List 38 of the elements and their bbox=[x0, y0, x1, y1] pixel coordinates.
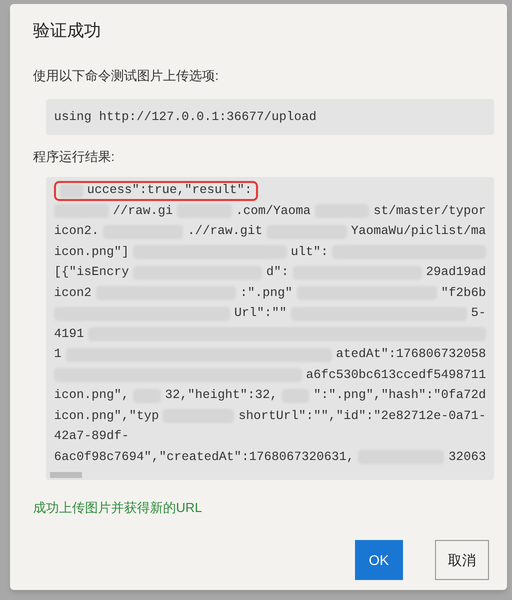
scrollbar-thumb[interactable] bbox=[50, 472, 82, 478]
success-message: 成功上传图片并获得新的URL bbox=[33, 498, 204, 516]
output-text: st/master/typor bbox=[373, 202, 486, 220]
output-text: [{"isEncry bbox=[54, 264, 130, 282]
ok-button[interactable]: OK bbox=[354, 540, 403, 580]
output-text: atedAt":176806732058 bbox=[336, 346, 486, 364]
output-text: 42a7-89df- bbox=[54, 428, 130, 446]
output-text: icon.png","typ bbox=[54, 408, 160, 425]
redaction-blur bbox=[60, 184, 83, 198]
output-text: icon2 bbox=[54, 284, 92, 302]
output-text: 5- bbox=[470, 305, 486, 322]
output-text: d": bbox=[266, 264, 289, 282]
output-text: .//raw.git bbox=[187, 223, 262, 240]
output-text: //raw.gi bbox=[112, 202, 173, 220]
output-text: uccess":true,"result": bbox=[86, 182, 252, 200]
output-text: ":".png","hash":"0fa72d bbox=[313, 387, 486, 404]
output-text: 32,"height":32, bbox=[164, 387, 278, 404]
output-text: YaomaWu/piclist/ma bbox=[350, 223, 486, 240]
output-text: 32063 bbox=[448, 448, 486, 466]
output-text: ult": bbox=[290, 244, 328, 261]
cancel-button[interactable]: 取消 bbox=[435, 540, 489, 580]
output-text: icon.png"] bbox=[54, 244, 130, 261]
output-text: :".png" bbox=[240, 284, 293, 302]
instruction-text: 使用以下命令测试图片上传选项: bbox=[33, 66, 220, 84]
dialog-title: 验证成功 bbox=[33, 20, 102, 42]
output-text: icon2. bbox=[54, 223, 100, 240]
output-text: .com/Yaoma bbox=[236, 202, 311, 220]
output-text: Url":"" bbox=[234, 305, 287, 322]
output-text: icon.png", bbox=[54, 387, 130, 404]
output-text: 6ac0f98c7694","createdAt":1768067320631, bbox=[54, 448, 354, 466]
output-text: 1 bbox=[54, 346, 62, 364]
output-text: "f2b6b bbox=[441, 284, 486, 302]
output-text: shortUrl":"","id":"2e82712e-0a71- bbox=[238, 408, 486, 425]
output-text: 29ad19ad bbox=[426, 264, 486, 282]
result-label: 程序运行结果: bbox=[33, 148, 116, 166]
command-box: using http://127.0.0.1:36677/upload bbox=[46, 99, 494, 135]
output-text: a6fc530bc613ccedf5498711 bbox=[306, 366, 486, 384]
output-text: 4191 bbox=[54, 326, 84, 343]
